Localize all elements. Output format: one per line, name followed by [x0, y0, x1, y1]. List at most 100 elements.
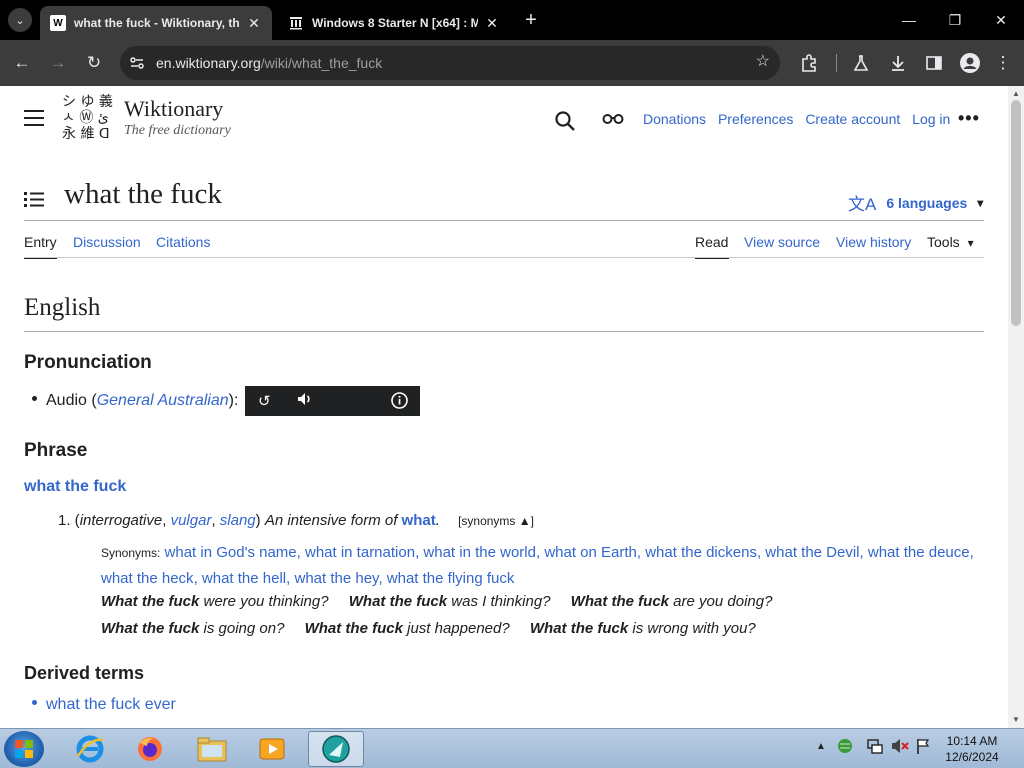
search-icon[interactable]	[554, 110, 576, 132]
firefox-icon[interactable]	[122, 731, 178, 767]
main-menu-icon[interactable]	[24, 110, 44, 126]
page-scrollbar[interactable]: ▲ ▼	[1008, 86, 1024, 728]
pronunciation-heading: Pronunciation	[24, 352, 152, 373]
toolbar-divider	[836, 54, 837, 72]
tab-view-history[interactable]: View history	[836, 234, 911, 250]
synonym-link[interactable]: what in tarnation	[305, 544, 415, 561]
audio-label: Audio	[46, 392, 87, 409]
labs-flask-icon[interactable]	[848, 50, 874, 76]
language-divider	[24, 331, 984, 332]
label-interrogative: interrogative	[79, 512, 163, 529]
tab-title: what the fuck - Wiktionary, the	[74, 16, 240, 30]
side-panel-icon[interactable]	[921, 50, 947, 76]
media-player-icon[interactable]	[244, 731, 300, 767]
replay-icon[interactable]: ↺	[258, 392, 271, 410]
active-app-icon[interactable]	[308, 731, 364, 767]
network-globe-icon[interactable]	[836, 737, 854, 758]
bookmark-star-icon[interactable]: ☆	[756, 51, 770, 71]
table-of-contents-icon[interactable]	[24, 190, 44, 208]
derived-term-link[interactable]: what the fuck ever	[46, 696, 176, 713]
site-name[interactable]: Wiktionary	[124, 96, 223, 122]
headword[interactable]: what the fuck	[24, 478, 126, 496]
site-info-icon[interactable]	[124, 50, 150, 76]
synonym-link[interactable]: what the flying fuck	[387, 570, 515, 587]
address-bar[interactable]: en.wiktionary.org/wiki/what_the_fuck ☆	[120, 46, 780, 80]
language-selector-button[interactable]: 文A 6 languages ▾	[848, 190, 983, 215]
minimize-icon[interactable]: —	[886, 0, 932, 40]
synonym-link[interactable]: what in God's name	[165, 544, 297, 561]
synonym-link[interactable]: what the heck	[101, 570, 194, 587]
system-clock[interactable]: 10:14 AM 12/6/2024	[940, 733, 1004, 765]
reload-icon[interactable]: ↻	[81, 50, 107, 76]
language-heading: English	[24, 294, 101, 321]
scroll-up-arrow-icon[interactable]: ▲	[1011, 88, 1021, 98]
what-link[interactable]: what	[402, 512, 436, 529]
synonyms-toggle[interactable]: [synonyms ▲]	[458, 514, 534, 528]
volume-icon[interactable]	[297, 392, 313, 410]
url-text[interactable]: en.wiktionary.org/wiki/what_the_fuck	[156, 55, 382, 71]
synonym-link[interactable]: what the dickens	[645, 544, 757, 561]
general-australian-link[interactable]: General Australian	[97, 392, 229, 409]
definition-1: 1. (interrogative, vulgar, slang) An int…	[58, 512, 534, 529]
internet-explorer-icon[interactable]	[62, 731, 118, 767]
usage-example: What the fuck just happened?	[304, 620, 510, 637]
extensions-icon[interactable]	[796, 50, 822, 76]
log-in-link[interactable]: Log in	[912, 111, 950, 127]
definition-text: An intensive form of	[264, 512, 398, 529]
tab-wiktionary[interactable]: W what the fuck - Wiktionary, the ✕	[40, 6, 272, 40]
reading-preferences-icon[interactable]	[602, 112, 624, 130]
close-tab-icon[interactable]: ✕	[246, 15, 262, 31]
tab-discussion[interactable]: Discussion	[73, 234, 141, 250]
tab-citations[interactable]: Citations	[156, 234, 210, 250]
more-options-icon[interactable]: •••	[958, 108, 980, 129]
back-icon[interactable]: ←	[9, 50, 35, 76]
start-button[interactable]	[4, 731, 44, 767]
windows-logo-icon	[15, 740, 33, 758]
synonym-link[interactable]: what the hell	[202, 570, 286, 587]
label-slang-link[interactable]: slang	[220, 512, 256, 529]
clock-date: 12/6/2024	[945, 750, 999, 764]
network-status-icon[interactable]	[866, 737, 884, 758]
volume-muted-icon[interactable]	[890, 737, 910, 758]
file-explorer-icon[interactable]	[184, 731, 240, 767]
profile-avatar-icon[interactable]	[957, 50, 983, 76]
scrollbar-thumb[interactable]	[1011, 100, 1021, 326]
restore-icon[interactable]: ❐	[932, 0, 978, 40]
tools-menu[interactable]: Tools ▾	[927, 234, 974, 250]
show-hidden-icons[interactable]: ▲	[816, 741, 826, 752]
chevron-down-icon: ▾	[967, 236, 974, 250]
create-account-link[interactable]: Create account	[805, 111, 900, 127]
preferences-link[interactable]: Preferences	[718, 111, 793, 127]
chrome-menu-icon[interactable]: ⋮	[990, 50, 1016, 76]
chevron-down-icon: ▾	[977, 195, 984, 210]
donations-link[interactable]: Donations	[643, 111, 706, 127]
tab-strip: ⌄ W what the fuck - Wiktionary, the ✕ Wi…	[0, 0, 1024, 40]
tab-archive[interactable]: Windows 8 Starter N [x64] : M ✕	[278, 6, 510, 40]
synonym-link[interactable]: what the Devil	[765, 544, 859, 561]
clock-time: 10:14 AM	[946, 734, 998, 748]
label-vulgar-link[interactable]: vulgar	[171, 512, 212, 529]
usage-examples-row: What the fuck were you thinking? What th…	[101, 593, 788, 610]
scroll-down-arrow-icon[interactable]: ▼	[1011, 714, 1021, 724]
bullet	[32, 396, 37, 402]
close-tab-icon[interactable]: ✕	[484, 15, 500, 31]
forward-icon[interactable]: →	[45, 50, 71, 76]
synonym-link[interactable]: what the hey	[294, 570, 378, 587]
new-tab-button[interactable]: +	[520, 9, 542, 31]
close-window-icon[interactable]: ✕	[978, 0, 1024, 40]
download-icon[interactable]	[885, 50, 911, 76]
synonym-link[interactable]: what on Earth	[544, 544, 637, 561]
synonym-link[interactable]: what the deuce	[868, 544, 970, 561]
tab-search-button[interactable]: ⌄	[8, 8, 32, 32]
phrase-heading: Phrase	[24, 440, 88, 461]
wiktionary-logo[interactable]: シ ゆ 義ㅅ Ⓦ ئ永 維 ᗡ	[62, 94, 118, 146]
url-host: en.wiktionary.org	[156, 55, 261, 71]
tab-read[interactable]: Read	[695, 234, 728, 250]
action-center-flag-icon[interactable]	[915, 737, 931, 758]
tab-view-source[interactable]: View source	[744, 234, 820, 250]
translate-icon: 文A	[848, 195, 877, 214]
tab-entry[interactable]: Entry	[24, 234, 57, 250]
synonym-link[interactable]: what in the world	[423, 544, 536, 561]
site-tagline: The free dictionary	[124, 123, 231, 138]
info-icon[interactable]	[391, 392, 408, 413]
